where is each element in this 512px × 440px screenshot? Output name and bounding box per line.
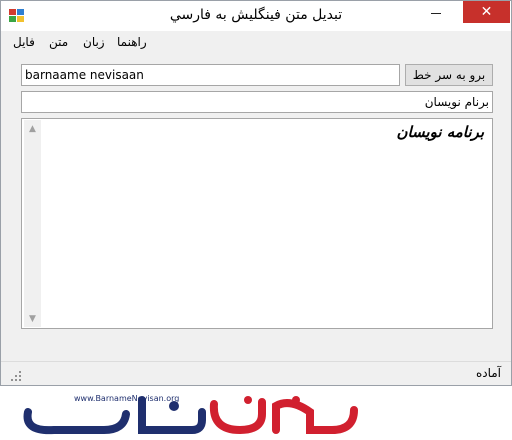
menu-item-text[interactable]: متن (49, 35, 68, 49)
menu-item-language[interactable]: زبان (83, 35, 105, 49)
scroll-down-arrow-icon[interactable]: ▼ (24, 310, 41, 327)
minimize-icon[interactable] (421, 1, 451, 23)
main-window: تبديل متن فينگليش به فارسي ✕ راهنما زبان… (0, 0, 512, 386)
menu-item-file[interactable]: فايل (13, 35, 35, 49)
textarea-content: برنامه نویسان (396, 123, 484, 141)
window-title: تبديل متن فينگليش به فارسي (169, 7, 343, 23)
convert-button[interactable]: برو به سر خط (405, 64, 493, 86)
output-textarea[interactable]: ▲ ▼ برنامه نویسان (21, 118, 493, 329)
brand-logo: www.BarnameNevisan.org (14, 392, 364, 438)
app-icon (9, 9, 25, 23)
menu-item-help[interactable]: راهنما (117, 35, 147, 49)
vertical-scrollbar[interactable]: ▲ ▼ (24, 120, 41, 327)
close-icon[interactable]: ✕ (463, 1, 510, 23)
logo-website-text: www.BarnameNevisan.org (74, 394, 180, 403)
finglish-input[interactable]: barnaame nevisaan (21, 64, 400, 86)
menu-bar: راهنما زبان متن فايل (1, 31, 511, 53)
size-grip-icon[interactable] (11, 371, 23, 383)
brand-logo-graphic (23, 396, 358, 435)
status-bar: آماده (1, 361, 511, 385)
persian-output-field[interactable]: برنام نویسان (21, 91, 493, 113)
scroll-up-arrow-icon[interactable]: ▲ (24, 120, 41, 137)
status-text: آماده (475, 366, 501, 380)
title-bar[interactable]: تبديل متن فينگليش به فارسي ✕ (1, 1, 511, 31)
